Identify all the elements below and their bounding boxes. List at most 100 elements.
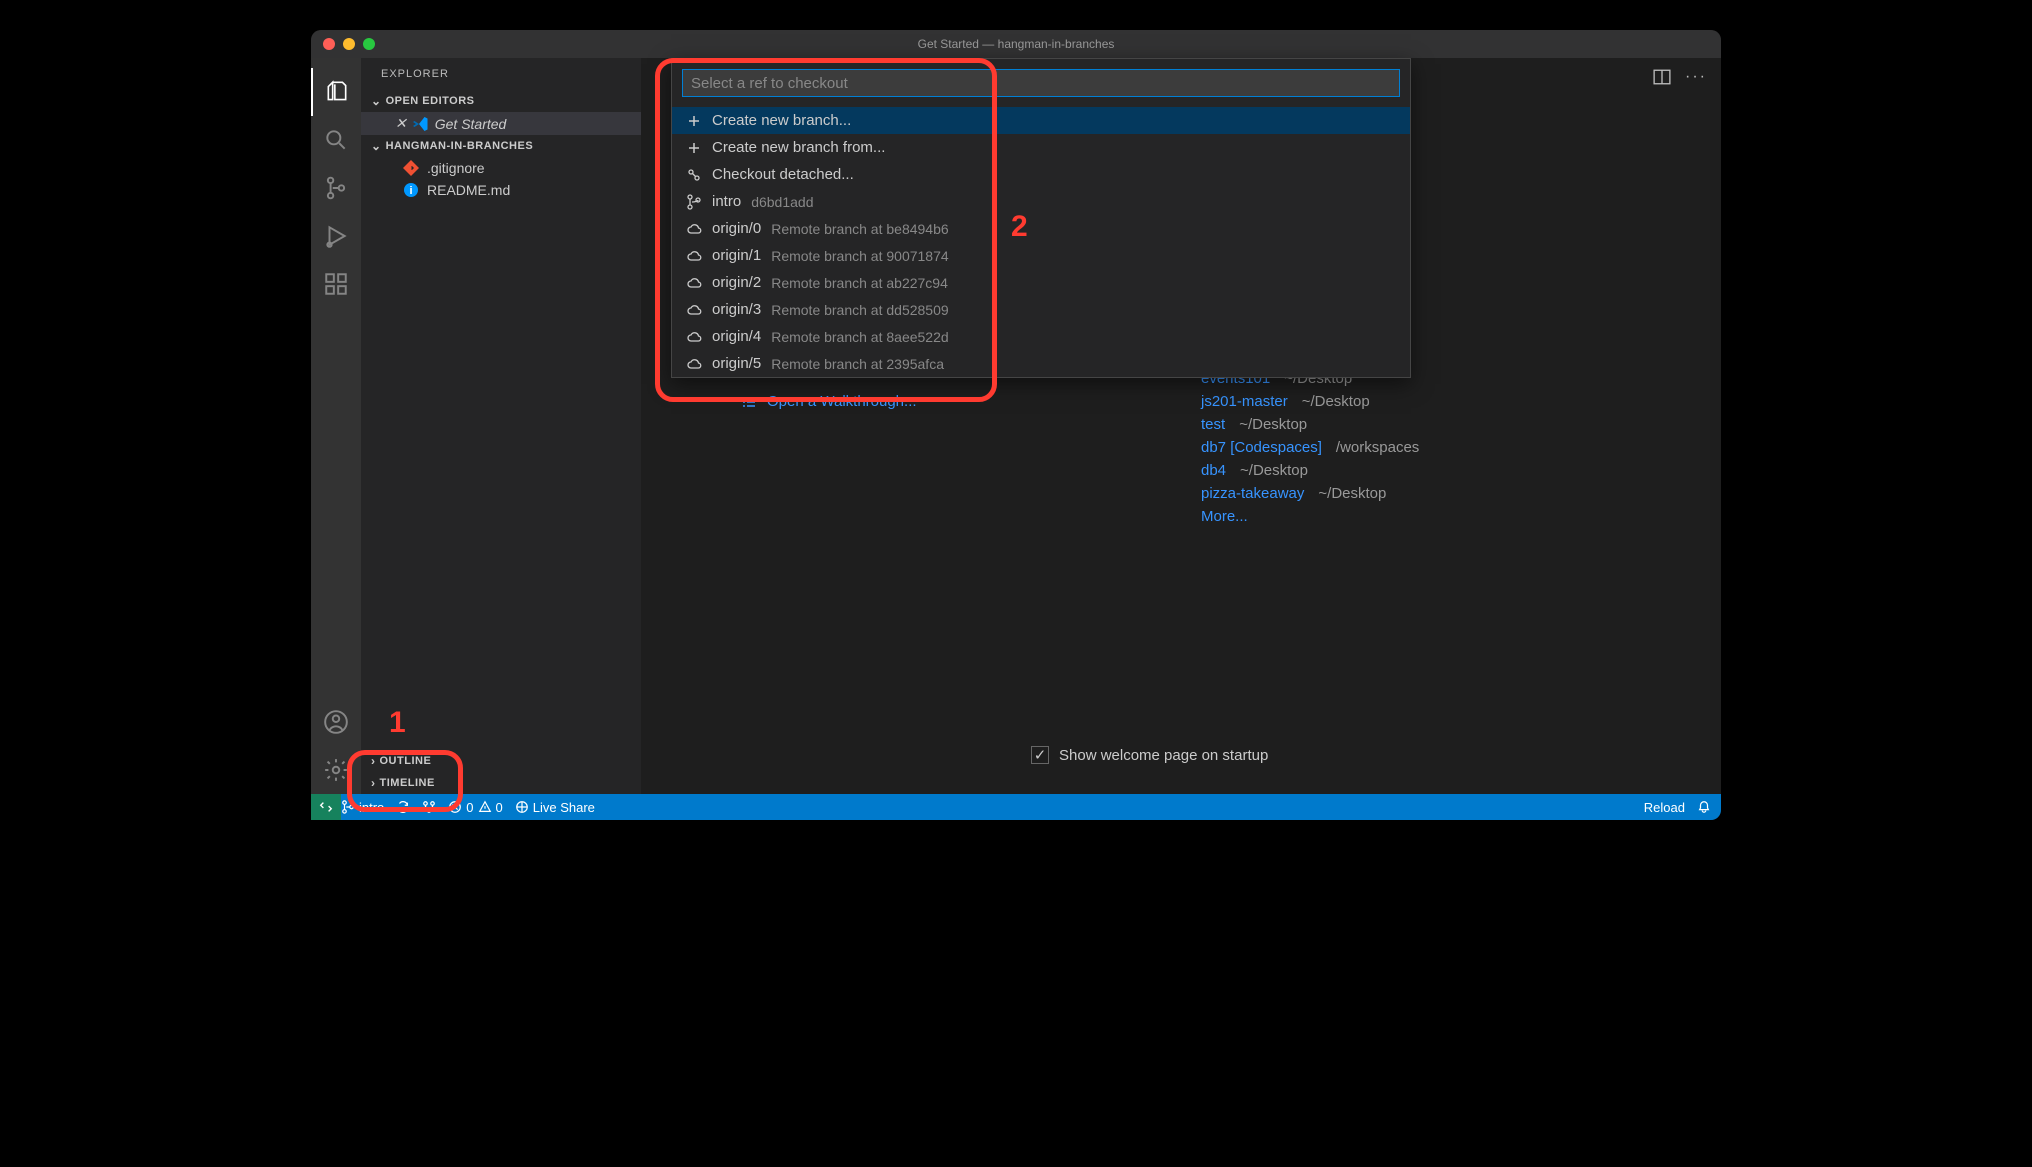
quickpick-item[interactable]: Create new branch... <box>672 107 1410 134</box>
quickpick-item[interactable]: origin/2 Remote branch at ab227c94 <box>672 269 1410 296</box>
quickpick-item-label: origin/0 <box>712 220 761 237</box>
git-graph-icon <box>422 800 436 814</box>
quickpick-item-label: origin/2 <box>712 274 761 291</box>
sync-icon <box>396 800 410 814</box>
cloud-icon <box>686 275 702 291</box>
warning-icon <box>478 800 492 814</box>
quickpick-item[interactable]: intro d6bd1add <box>672 188 1410 215</box>
liveshare-button[interactable]: Live Share <box>515 800 595 815</box>
quickpick-item[interactable]: origin/5 Remote branch at 2395afca <box>672 350 1410 377</box>
quickpick-item[interactable]: origin/3Remote branch at dd528509 <box>672 296 1410 323</box>
file-item[interactable]: .gitignore <box>361 157 641 179</box>
recent-item[interactable]: pizza-takeaway~/Desktop <box>1201 482 1419 505</box>
cloud-icon <box>686 302 702 318</box>
outline-label: OUTLINE <box>380 755 432 767</box>
close-icon[interactable]: ✕ <box>395 115 407 132</box>
ref-search-input[interactable] <box>682 69 1400 97</box>
branch-name: intro <box>359 800 384 815</box>
chevron-down-icon: ⌄ <box>371 139 382 153</box>
more-actions-icon[interactable]: ··· <box>1685 68 1707 86</box>
quickpick-item-label: origin/4 <box>712 328 761 345</box>
recent-item[interactable]: test~/Desktop <box>1201 413 1419 436</box>
show-welcome-checkbox[interactable]: ✓ Show welcome page on startup <box>1031 746 1268 764</box>
recent-item[interactable]: db4~/Desktop <box>1201 459 1419 482</box>
branch-status[interactable]: intro <box>341 800 384 815</box>
file-item[interactable]: i README.md <box>361 179 641 201</box>
branch-icon <box>686 194 702 210</box>
chevron-right-icon: › <box>371 776 376 790</box>
show-welcome-label: Show welcome page on startup <box>1059 747 1268 764</box>
settings-gear-icon[interactable] <box>311 746 361 794</box>
list-icon <box>741 394 757 410</box>
reload-button[interactable]: Reload <box>1644 800 1685 815</box>
branch-icon <box>341 800 355 814</box>
quickpick-item[interactable]: origin/1 Remote branch at 90071874 <box>672 242 1410 269</box>
split-editor-icon[interactable] <box>1653 68 1671 86</box>
accounts-icon[interactable] <box>311 698 361 746</box>
open-walkthrough-link[interactable]: Open a Walkthrough... <box>741 393 917 410</box>
chevron-down-icon: ⌄ <box>371 94 382 108</box>
recent-item[interactable]: js201-master~/Desktop <box>1201 390 1419 413</box>
open-editor-item[interactable]: ✕ Get Started <box>361 112 641 135</box>
close-window-button[interactable] <box>323 38 335 50</box>
errors-count: 0 <box>466 800 473 815</box>
quickpick-item[interactable]: origin/0Remote branch at be8494b6 <box>672 215 1410 242</box>
walkthrough-label: Open a Walkthrough... <box>767 393 917 410</box>
project-label: HANGMAN-IN-BRANCHES <box>386 140 534 152</box>
warnings-count: 0 <box>496 800 503 815</box>
chevron-right-icon: › <box>371 754 376 768</box>
info-icon: i <box>403 182 419 198</box>
quickpick-item[interactable]: Create new branch from... <box>672 134 1410 161</box>
quickpick-item-detail: Remote branch at 2395afca <box>771 356 944 372</box>
quickpick-item-detail: Remote branch at 90071874 <box>771 248 948 264</box>
status-bar: intro 0 0 Live Share Reload <box>311 794 1721 820</box>
quickpick-item-label: Create new branch... <box>712 112 851 129</box>
quickpick-item-label: intro <box>712 193 741 210</box>
timeline-section[interactable]: › TIMELINE <box>361 772 641 794</box>
git-icon <box>403 160 419 176</box>
bell-icon <box>1697 800 1711 814</box>
plus-icon <box>686 113 702 129</box>
svg-text:i: i <box>409 185 412 197</box>
cloud-icon <box>686 248 702 264</box>
detach-icon <box>686 167 702 183</box>
error-icon <box>448 800 462 814</box>
open-editors-section[interactable]: ⌄ OPEN EDITORS <box>361 90 641 112</box>
cloud-icon <box>686 221 702 237</box>
recent-item[interactable]: db7 [Codespaces]/workspaces <box>1201 436 1419 459</box>
quickpick-item-label: origin/1 <box>712 247 761 264</box>
quick-pick: Create new branch... Create new branch fr… <box>671 58 1411 378</box>
liveshare-icon <box>515 800 529 814</box>
extensions-icon[interactable] <box>311 260 361 308</box>
run-debug-icon[interactable] <box>311 212 361 260</box>
recent-more-link[interactable]: More... <box>1201 505 1419 528</box>
file-name: .gitignore <box>427 160 485 176</box>
git-graph-button[interactable] <box>422 800 436 814</box>
timeline-label: TIMELINE <box>380 777 435 789</box>
open-editors-label: OPEN EDITORS <box>386 95 475 107</box>
cloud-icon <box>686 356 702 372</box>
project-section[interactable]: ⌄ HANGMAN-IN-BRANCHES <box>361 135 641 157</box>
checkbox-icon[interactable]: ✓ <box>1031 746 1049 764</box>
outline-section[interactable]: › OUTLINE <box>361 750 641 772</box>
quickpick-item[interactable]: Checkout detached... <box>672 161 1410 188</box>
quickpick-item[interactable]: origin/4 Remote branch at 8aee522d <box>672 323 1410 350</box>
notifications-button[interactable] <box>1697 800 1711 814</box>
quickpick-item-detail: d6bd1add <box>751 194 813 210</box>
maximize-window-button[interactable] <box>363 38 375 50</box>
quickpick-item-detail: Remote branch at 8aee522d <box>771 329 948 345</box>
quickpick-item-detail: Remote branch at ab227c94 <box>771 275 948 291</box>
minimize-window-button[interactable] <box>343 38 355 50</box>
quickpick-item-label: origin/3 <box>712 301 761 318</box>
activity-bar <box>311 58 361 794</box>
sync-button[interactable] <box>396 800 410 814</box>
source-control-icon[interactable] <box>311 164 361 212</box>
remote-button[interactable] <box>311 794 341 820</box>
quickpick-item-label: origin/5 <box>712 355 761 372</box>
quickpick-item-label: Create new branch from... <box>712 139 885 156</box>
explorer-icon[interactable] <box>311 68 361 116</box>
file-name: README.md <box>427 182 510 198</box>
search-icon[interactable] <box>311 116 361 164</box>
problems-status[interactable]: 0 0 <box>448 800 502 815</box>
title-bar: Get Started — hangman-in-branches <box>311 30 1721 58</box>
